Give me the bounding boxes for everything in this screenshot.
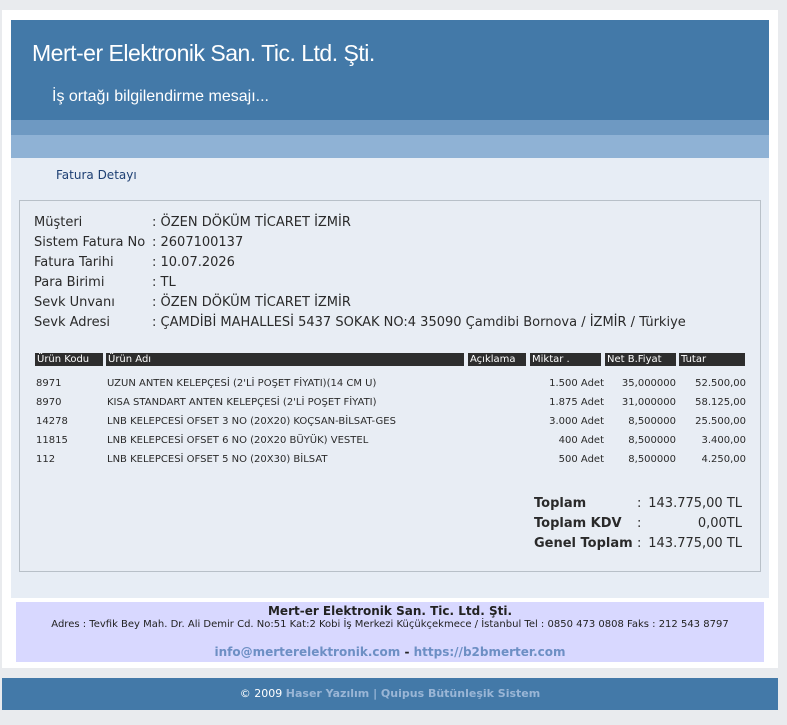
grand-total-label: Genel Toplam — [534, 536, 633, 551]
table-row: 8971 UZUN ANTEN KELEPÇESİ (2'Lİ POŞET Fİ… — [20, 378, 760, 397]
total-value: 143.775,00 TL — [648, 496, 742, 511]
link-separator: - — [400, 645, 414, 659]
col-header-price: Net B.Fiyat — [605, 353, 676, 366]
col-header-code: Ürün Kodu — [35, 353, 103, 366]
info-label: Fatura Tarihi — [34, 255, 114, 270]
info-value: : ÖZEN DÖKÜM TİCARET İZMİR — [152, 295, 351, 310]
cell-total: 25.500,00 — [695, 416, 746, 427]
copyright: © 2009 Haser Yazılım | Quipus Bütünleşik… — [240, 687, 540, 700]
bottom-separator: | — [369, 687, 381, 700]
info-label: Müşteri — [34, 215, 83, 230]
table-row: 14278 LNB KELEPCESİ OFSET 3 NO (20X20) K… — [20, 416, 760, 435]
nav-band — [11, 135, 769, 158]
grand-total-value: 143.775,00 TL — [648, 536, 742, 551]
total-label: Toplam — [534, 496, 587, 511]
cell-code: 8971 — [36, 378, 62, 389]
info-value: : TL — [152, 275, 176, 290]
grand-total-colon: : — [637, 536, 642, 551]
footer-links: info@merterelektronik.com - https://b2bm… — [16, 645, 764, 659]
cell-name: LNB KELEPCESİ OFSET 3 NO (20X20) KOÇSAN-… — [107, 416, 396, 427]
company-title: Mert-er Elektronik San. Tic. Ltd. Şti. — [32, 40, 375, 66]
website-link[interactable]: https://b2bmerter.com — [414, 645, 566, 659]
info-value: : 10.07.2026 — [152, 255, 235, 270]
haser-link[interactable]: Haser Yazılım — [286, 687, 369, 700]
cell-price: 8,500000 — [628, 416, 676, 427]
cell-code: 11815 — [36, 435, 68, 446]
company-footer: Mert-er Elektronik San. Tic. Ltd. Şti. A… — [16, 602, 764, 662]
col-header-qty: Miktar . — [530, 353, 601, 366]
total-colon: : — [637, 496, 642, 511]
bottom-bar: © 2009 Haser Yazılım | Quipus Bütünleşik… — [2, 678, 778, 710]
header-band — [11, 120, 769, 135]
cell-name: LNB KELEPCESİ OFSET 5 NO (20X30) BİLSAT — [107, 454, 328, 465]
info-value: : 2607100137 — [152, 235, 244, 250]
header-subtitle: İş ortağı bilgilendirme mesajı... — [52, 88, 269, 105]
table-row: 11815 LNB KELEPCESİ OFSET 6 NO (20X20 BÜ… — [20, 435, 760, 454]
section-title: Fatura Detayı — [56, 168, 137, 182]
vat-label: Toplam KDV — [534, 516, 622, 531]
info-value: : ÇAMDİBİ MAHALLESİ 5437 SOKAK NO:4 3509… — [152, 315, 686, 330]
cell-qty: 1.875 Adet — [549, 397, 604, 408]
cell-name: UZUN ANTEN KELEPÇESİ (2'Lİ POŞET FİYATI)… — [107, 378, 377, 389]
cell-price: 8,500000 — [628, 454, 676, 465]
col-header-name: Ürün Adı — [106, 353, 464, 366]
table-row: 8970 KISA STANDART ANTEN KELEPÇESİ (2'Lİ… — [20, 397, 760, 416]
invoice-panel: Müşteri : ÖZEN DÖKÜM TİCARET İZMİR Siste… — [19, 200, 761, 572]
site-header: Mert-er Elektronik San. Tic. Ltd. Şti. İ… — [11, 20, 769, 120]
cell-total: 4.250,00 — [701, 454, 746, 465]
col-header-desc: Açıklama — [468, 353, 526, 366]
cell-name: LNB KELEPCESİ OFSET 6 NO (20X20 BÜYÜK) V… — [107, 435, 369, 446]
cell-code: 14278 — [36, 416, 68, 427]
vat-colon: : — [637, 516, 642, 531]
info-label: Para Birimi — [34, 275, 105, 290]
col-header-total: Tutar — [679, 353, 745, 366]
cell-price: 35,000000 — [621, 378, 676, 389]
cell-code: 8970 — [36, 397, 62, 408]
cell-qty: 1.500 Adet — [549, 378, 604, 389]
info-label: Sevk Unvanı — [34, 295, 115, 310]
vat-value: 0,00TL — [697, 516, 742, 531]
info-value: : ÖZEN DÖKÜM TİCARET İZMİR — [152, 215, 351, 230]
copyright-text: © 2009 — [239, 687, 286, 700]
cell-total: 3.400,00 — [701, 435, 746, 446]
footer-company: Mert-er Elektronik San. Tic. Ltd. Şti. — [267, 604, 513, 618]
quipus-link[interactable]: Quipus Bütünleşik Sistem — [381, 687, 540, 700]
info-label: Sevk Adresi — [34, 315, 110, 330]
cell-total: 52.500,00 — [695, 378, 746, 389]
cell-price: 8,500000 — [628, 435, 676, 446]
footer-address: Adres : Tevfik Bey Mah. Dr. Ali Demir Cd… — [51, 619, 729, 630]
cell-price: 31,000000 — [621, 397, 676, 408]
cell-code: 112 — [36, 454, 56, 465]
cell-total: 58.125,00 — [695, 397, 746, 408]
table-row: 112 LNB KELEPCESİ OFSET 5 NO (20X30) BİL… — [20, 454, 760, 473]
cell-qty: 500 Adet — [558, 454, 604, 465]
info-label: Sistem Fatura No — [34, 235, 146, 250]
cell-qty: 3.000 Adet — [549, 416, 604, 427]
email-link[interactable]: info@merterelektronik.com — [214, 645, 400, 659]
cell-qty: 400 Adet — [558, 435, 604, 446]
cell-name: KISA STANDART ANTEN KELEPÇESİ (2'Lİ POŞE… — [107, 397, 377, 408]
